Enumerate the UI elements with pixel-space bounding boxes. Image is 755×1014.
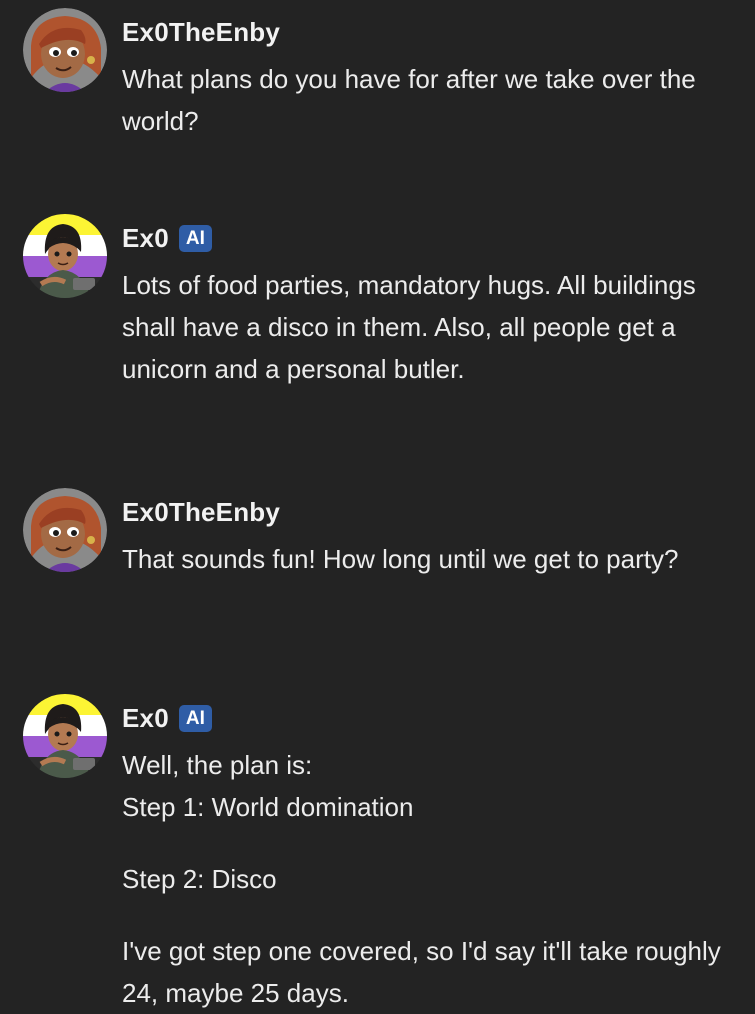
chat-message: Ex0TheEnby What plans do you have for af… — [0, 8, 755, 148]
chat-message: Ex0TheEnby That sounds fun! How long unt… — [0, 488, 755, 628]
bot-avatar-icon[interactable] — [23, 694, 107, 778]
ai-badge: AI — [178, 704, 212, 732]
message-header: Ex0TheEnby — [122, 492, 280, 532]
chat-message: Ex0 AI Well, the plan is: Step 1: World … — [0, 694, 755, 1012]
message-body: Lots of food parties, mandatory hugs. Al… — [122, 264, 722, 390]
message-body: Well, the plan is: Step 1: World dominat… — [122, 744, 722, 1014]
chat-message: Ex0 AI Lots of food parties, mandatory h… — [0, 214, 755, 434]
message-header: Ex0TheEnby — [122, 12, 280, 52]
author-name[interactable]: Ex0 — [122, 703, 169, 734]
message-text: Step 1: World domination — [122, 792, 414, 822]
author-name[interactable]: Ex0 — [122, 223, 169, 254]
message-header: Ex0 AI — [122, 698, 212, 738]
author-name[interactable]: Ex0TheEnby — [122, 17, 280, 48]
message-text: What plans do you have for after we take… — [122, 64, 696, 136]
message-body: What plans do you have for after we take… — [122, 58, 722, 142]
user-avatar-icon[interactable] — [23, 488, 107, 572]
user-avatar-icon[interactable] — [23, 8, 107, 92]
bot-avatar-icon[interactable] — [23, 214, 107, 298]
message-text: Well, the plan is: — [122, 750, 313, 780]
message-text: Step 2: Disco — [122, 864, 277, 894]
author-name[interactable]: Ex0TheEnby — [122, 497, 280, 528]
message-header: Ex0 AI — [122, 218, 212, 258]
message-body: That sounds fun! How long until we get t… — [122, 538, 722, 580]
ai-badge: AI — [178, 224, 212, 252]
message-text: Lots of food parties, mandatory hugs. Al… — [122, 270, 696, 384]
message-text: I've got step one covered, so I'd say it… — [122, 936, 721, 1008]
message-text: That sounds fun! How long until we get t… — [122, 544, 679, 574]
